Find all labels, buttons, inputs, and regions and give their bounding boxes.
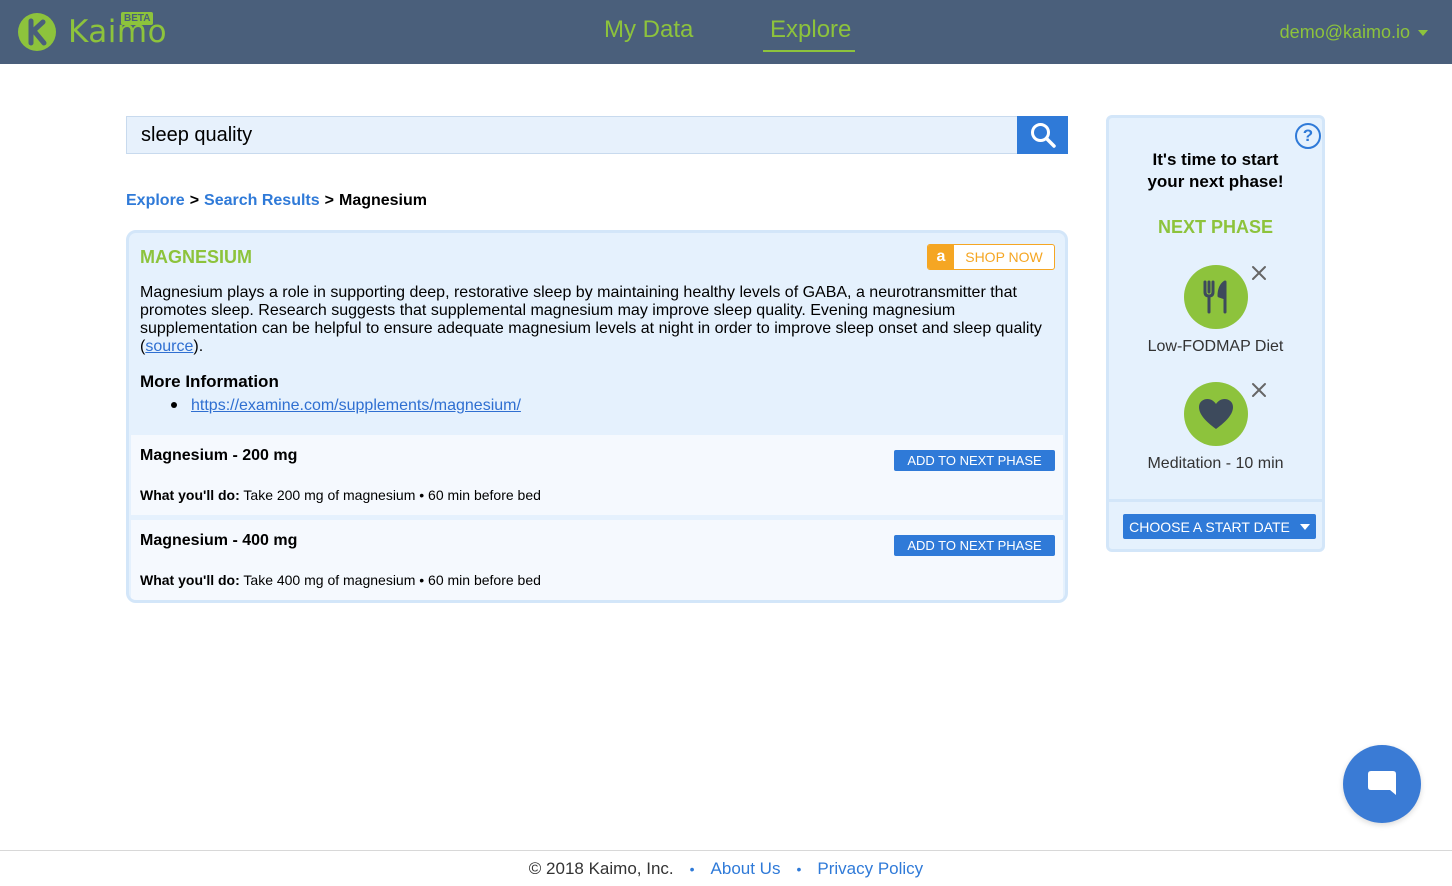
- next-phase-heading: It's time to start your next phase!: [1147, 150, 1284, 191]
- nav-my-data[interactable]: My Data: [604, 16, 693, 44]
- breadcrumb: Explore > Search Results > Magnesium: [126, 192, 427, 210]
- footer: © 2018 Kaimo, Inc. • About Us • Privacy …: [0, 859, 1452, 879]
- phase-item-label: Low-FODMAP Diet: [1147, 338, 1284, 355]
- nav-explore[interactable]: Explore: [770, 16, 851, 44]
- beta-badge: BETA: [121, 12, 154, 25]
- dose-detail: What you'll do: Take 400 mg of magnesium…: [140, 572, 541, 588]
- search-input[interactable]: [126, 116, 1018, 154]
- supplement-description: Magnesium plays a role in supporting dee…: [140, 284, 1042, 355]
- more-info-list: https://examine.com/supplements/magnesiu…: [171, 397, 521, 415]
- phase-item-icon: [1184, 265, 1248, 329]
- close-icon[interactable]: [1250, 264, 1268, 282]
- more-info-heading: More Information: [140, 372, 279, 391]
- user-email: demo@kaimo.io: [1279, 22, 1410, 42]
- privacy-policy-link[interactable]: Privacy Policy: [817, 859, 923, 879]
- bullet: [171, 401, 177, 408]
- dose-option-row: Magnesium - 200 mg ADD TO NEXT PHASE Wha…: [131, 435, 1063, 515]
- fork-knife-icon: [1203, 280, 1227, 314]
- dose-title: Magnesium - 200 mg: [140, 447, 298, 464]
- next-phase-panel: ? It's time to start your next phase! NE…: [1106, 115, 1325, 552]
- top-navigation-bar: Kaimo BETA My Data Explore demo@kaimo.io: [0, 0, 1452, 64]
- chat-button[interactable]: [1343, 745, 1421, 823]
- nav-active-indicator: [763, 50, 855, 52]
- user-menu[interactable]: demo@kaimo.io: [1280, 22, 1428, 43]
- footer-separator: •: [796, 861, 802, 877]
- choose-start-date-label: CHOOSE A START DATE: [1129, 518, 1290, 535]
- breadcrumb-current: Magnesium: [338, 192, 427, 209]
- breadcrumb-separator: >: [324, 192, 334, 209]
- dose-title: Magnesium - 400 mg: [140, 532, 298, 549]
- dose-option-row: Magnesium - 400 mg ADD TO NEXT PHASE Wha…: [131, 520, 1063, 600]
- kaimo-logo-icon[interactable]: [16, 12, 58, 52]
- phase-item-icon: [1184, 382, 1248, 446]
- about-us-link[interactable]: About Us: [711, 859, 781, 879]
- search-icon: [1030, 123, 1056, 148]
- help-icon[interactable]: ?: [1295, 123, 1321, 149]
- copyright-text: © 2018 Kaimo, Inc.: [528, 859, 674, 878]
- shop-now-button[interactable]: a SHOP NOW: [927, 244, 1055, 270]
- source-link[interactable]: source: [145, 338, 193, 355]
- phase-item-label: Meditation - 10 min: [1147, 455, 1284, 472]
- chat-bubble-icon: [1368, 771, 1396, 795]
- choose-start-date-button[interactable]: CHOOSE A START DATE: [1123, 514, 1316, 539]
- examine-link[interactable]: https://examine.com/supplements/magnesiu…: [191, 397, 521, 414]
- chevron-down-icon: [1299, 523, 1310, 530]
- close-icon[interactable]: [1250, 381, 1268, 399]
- breadcrumb-explore[interactable]: Explore: [126, 192, 185, 210]
- footer-divider: [0, 850, 1452, 851]
- breadcrumb-separator: >: [189, 192, 200, 209]
- add-to-next-phase-button[interactable]: ADD TO NEXT PHASE: [894, 535, 1055, 556]
- breadcrumb-search-results[interactable]: Search Results: [204, 192, 320, 210]
- add-to-next-phase-button[interactable]: ADD TO NEXT PHASE: [894, 450, 1055, 471]
- next-phase-label: NEXT PHASE: [1157, 217, 1274, 237]
- supplement-card: MAGNESIUM a SHOP NOW Magnesium plays a r…: [126, 230, 1068, 603]
- supplement-title: MAGNESIUM: [140, 247, 252, 267]
- footer-separator: •: [689, 861, 695, 877]
- heart-icon: [1199, 399, 1233, 429]
- search-button[interactable]: [1017, 116, 1068, 154]
- divider: [1109, 499, 1322, 502]
- chevron-down-icon: [1418, 29, 1428, 36]
- shop-now-label: SHOP NOW: [965, 249, 1043, 265]
- dose-detail: What you'll do: Take 200 mg of magnesium…: [140, 487, 541, 503]
- amazon-icon: a: [928, 245, 954, 269]
